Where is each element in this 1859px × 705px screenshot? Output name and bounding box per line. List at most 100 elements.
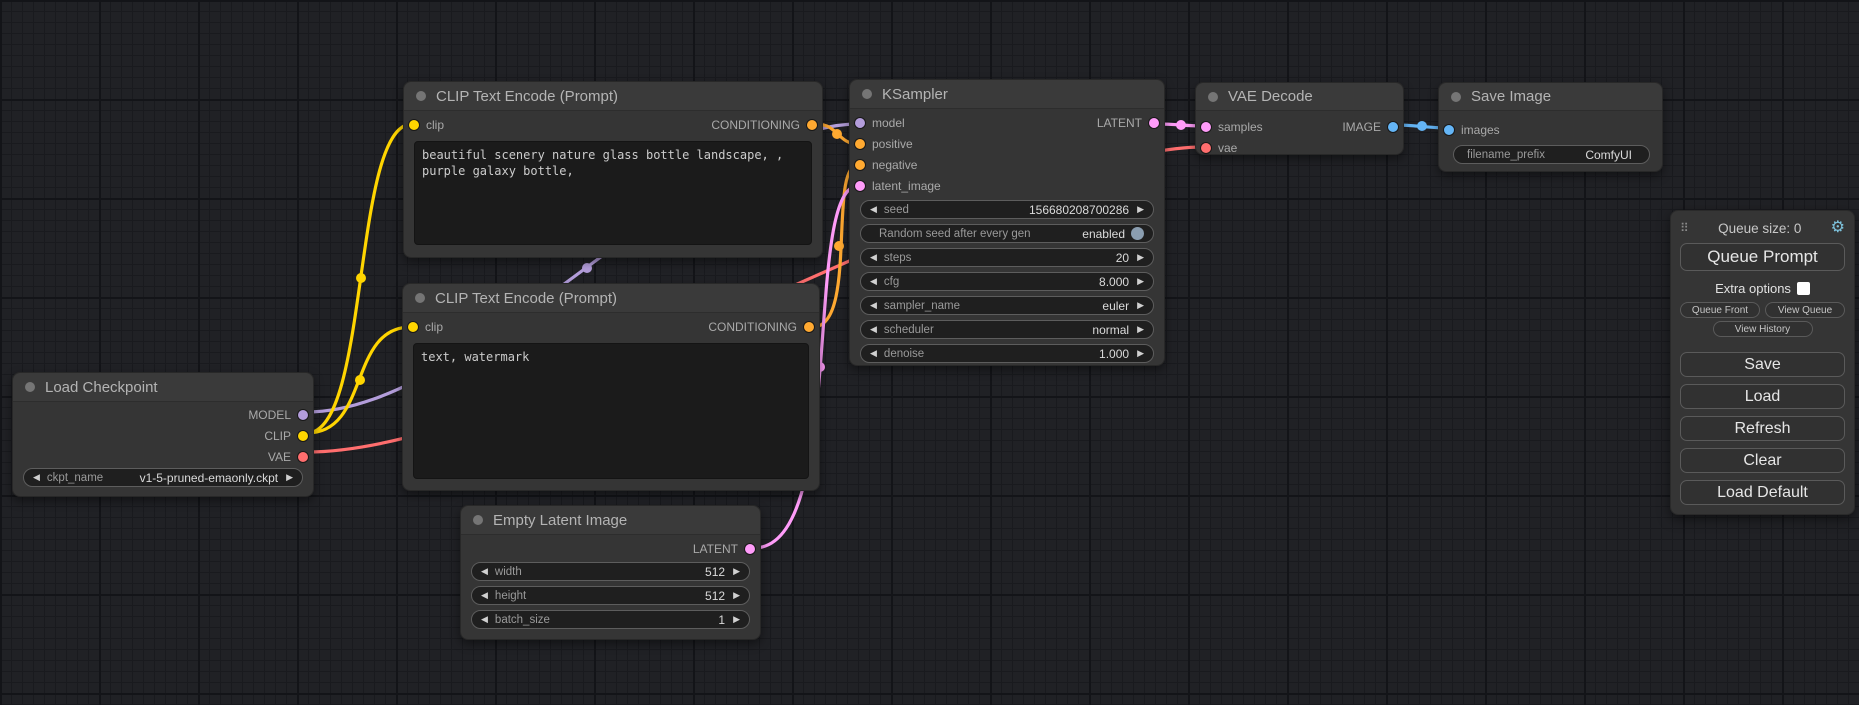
node-title-bar[interactable]: KSampler [850, 80, 1164, 109]
load-default-button[interactable]: Load Default [1680, 480, 1845, 505]
extra-options-label: Extra options [1715, 281, 1791, 296]
node-clip-text-encode-positive[interactable]: CLIP Text Encode (Prompt) clip CONDITION… [403, 81, 823, 258]
widget-random-seed-toggle[interactable]: Random seed after every gen enabled [860, 224, 1154, 243]
widget-label: width [495, 566, 522, 578]
widget-denoise[interactable]: ◀ denoise 1.000 ▶ [860, 344, 1154, 363]
node-title: CLIP Text Encode (Prompt) [436, 88, 618, 105]
collapse-dot-icon[interactable] [1208, 92, 1218, 102]
queue-prompt-button[interactable]: Queue Prompt [1680, 243, 1845, 271]
port-latent-output[interactable] [1149, 118, 1159, 128]
clear-button[interactable]: Clear [1680, 448, 1845, 473]
prev-value-arrow-icon[interactable]: ◀ [870, 205, 877, 214]
prev-value-arrow-icon[interactable]: ◀ [870, 253, 877, 262]
toggle-knob[interactable] [1131, 227, 1144, 240]
collapse-dot-icon[interactable] [473, 515, 483, 525]
next-value-arrow-icon[interactable]: ▶ [1137, 349, 1144, 358]
input-label-negative: negative [872, 158, 917, 172]
port-negative-input[interactable] [855, 160, 865, 170]
port-model-input[interactable] [855, 118, 865, 128]
port-vae-output[interactable] [298, 452, 308, 462]
node-save-image[interactable]: Save Image images filename_prefix ComfyU… [1438, 82, 1663, 172]
view-queue-button[interactable]: View Queue [1765, 302, 1845, 318]
prev-value-arrow-icon[interactable]: ◀ [481, 615, 488, 624]
node-title-bar[interactable]: CLIP Text Encode (Prompt) [403, 284, 819, 313]
input-label-clip: clip [425, 320, 443, 334]
input-label-images: images [1461, 123, 1500, 137]
node-title-bar[interactable]: Save Image [1439, 83, 1662, 111]
widget-scheduler[interactable]: ◀ scheduler normal ▶ [860, 320, 1154, 339]
widget-steps[interactable]: ◀ steps 20 ▶ [860, 248, 1154, 267]
next-value-arrow-icon[interactable]: ▶ [733, 567, 740, 576]
port-positive-input[interactable] [855, 139, 865, 149]
node-graph-canvas[interactable]: Load Checkpoint MODEL CLIP VAE ◀ ckpt_na… [0, 0, 1859, 705]
load-button[interactable]: Load [1680, 384, 1845, 409]
port-images-input[interactable] [1444, 125, 1454, 135]
refresh-button[interactable]: Refresh [1680, 416, 1845, 441]
port-latent-output[interactable] [745, 544, 755, 554]
drag-handle-icon[interactable]: ⠿ [1680, 221, 1689, 235]
collapse-dot-icon[interactable] [862, 89, 872, 99]
node-vae-decode[interactable]: VAE Decode samples IMAGE vae [1195, 82, 1404, 155]
wire-midpoint-dot [1417, 121, 1427, 131]
widget-width[interactable]: ◀ width 512 ▶ [471, 562, 750, 581]
node-title: CLIP Text Encode (Prompt) [435, 290, 617, 307]
node-load-checkpoint[interactable]: Load Checkpoint MODEL CLIP VAE ◀ ckpt_na… [12, 372, 314, 497]
port-conditioning-output[interactable] [807, 120, 817, 130]
next-value-arrow-icon[interactable]: ▶ [733, 615, 740, 624]
collapse-dot-icon[interactable] [415, 293, 425, 303]
prompt-textarea[interactable]: beautiful scenery nature glass bottle la… [414, 141, 812, 245]
widget-label: Random seed after every gen [879, 228, 1031, 240]
prev-value-arrow-icon[interactable]: ◀ [481, 591, 488, 600]
node-clip-text-encode-negative[interactable]: CLIP Text Encode (Prompt) clip CONDITION… [402, 283, 820, 491]
next-value-arrow-icon[interactable]: ▶ [286, 473, 293, 482]
prev-value-arrow-icon[interactable]: ◀ [481, 567, 488, 576]
collapse-dot-icon[interactable] [416, 91, 426, 101]
node-title-bar[interactable]: CLIP Text Encode (Prompt) [404, 82, 822, 111]
queue-front-button[interactable]: Queue Front [1680, 302, 1760, 318]
next-value-arrow-icon[interactable]: ▶ [1137, 277, 1144, 286]
widget-cfg[interactable]: ◀ cfg 8.000 ▶ [860, 272, 1154, 291]
collapse-dot-icon[interactable] [1451, 92, 1461, 102]
prev-value-arrow-icon[interactable]: ◀ [870, 277, 877, 286]
port-samples-input[interactable] [1201, 122, 1211, 132]
prev-value-arrow-icon[interactable]: ◀ [870, 349, 877, 358]
widget-ckpt-name[interactable]: ◀ ckpt_name v1-5-pruned-emaonly.ckpt ▶ [23, 468, 303, 487]
extra-options-checkbox[interactable] [1797, 282, 1810, 295]
settings-gear-icon[interactable]: ⚙ [1831, 220, 1845, 236]
prev-value-arrow-icon[interactable]: ◀ [33, 473, 40, 482]
wire-clip-positive [307, 124, 412, 433]
widget-batch-size[interactable]: ◀ batch_size 1 ▶ [471, 610, 750, 629]
node-ksampler[interactable]: KSampler model LATENT positive negative … [849, 79, 1165, 366]
prev-value-arrow-icon[interactable]: ◀ [870, 325, 877, 334]
next-value-arrow-icon[interactable]: ▶ [1137, 253, 1144, 262]
next-value-arrow-icon[interactable]: ▶ [733, 591, 740, 600]
node-title-bar[interactable]: Load Checkpoint [13, 373, 313, 402]
queue-panel[interactable]: ⠿ Queue size: 0 ⚙ Queue Prompt Extra opt… [1670, 210, 1855, 515]
widget-label: denoise [884, 348, 924, 360]
prompt-textarea[interactable]: text, watermark [413, 343, 809, 479]
wire-midpoint-dot [834, 241, 844, 251]
widget-label: filename_prefix [1467, 149, 1545, 161]
widget-sampler-name[interactable]: ◀ sampler_name euler ▶ [860, 296, 1154, 315]
port-clip-input[interactable] [408, 322, 418, 332]
widget-height[interactable]: ◀ height 512 ▶ [471, 586, 750, 605]
port-clip-input[interactable] [409, 120, 419, 130]
widget-seed[interactable]: ◀ seed 156680208700286 ▶ [860, 200, 1154, 219]
node-title-bar[interactable]: VAE Decode [1196, 83, 1403, 111]
next-value-arrow-icon[interactable]: ▶ [1137, 205, 1144, 214]
port-clip-output[interactable] [298, 431, 308, 441]
view-history-button[interactable]: View History [1713, 321, 1813, 337]
node-title-bar[interactable]: Empty Latent Image [461, 506, 760, 535]
port-image-output[interactable] [1388, 122, 1398, 132]
collapse-dot-icon[interactable] [25, 382, 35, 392]
port-conditioning-output[interactable] [804, 322, 814, 332]
next-value-arrow-icon[interactable]: ▶ [1137, 325, 1144, 334]
widget-filename-prefix[interactable]: filename_prefix ComfyUI [1453, 145, 1650, 164]
prev-value-arrow-icon[interactable]: ◀ [870, 301, 877, 310]
save-button[interactable]: Save [1680, 352, 1845, 377]
port-latent-image-input[interactable] [855, 181, 865, 191]
port-model-output[interactable] [298, 410, 308, 420]
node-empty-latent-image[interactable]: Empty Latent Image LATENT ◀ width 512 ▶ … [460, 505, 761, 640]
port-vae-input[interactable] [1201, 143, 1211, 153]
next-value-arrow-icon[interactable]: ▶ [1137, 301, 1144, 310]
